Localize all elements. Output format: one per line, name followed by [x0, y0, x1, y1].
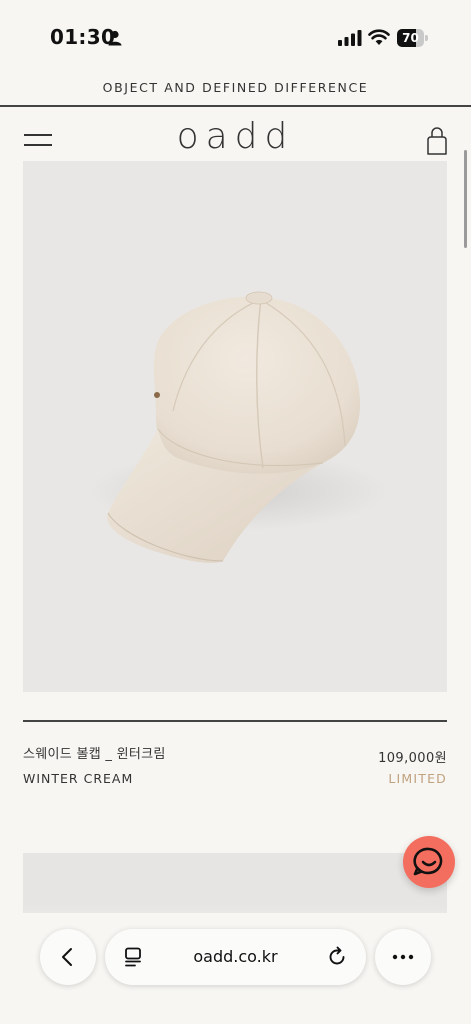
- limited-badge: LIMITED: [388, 771, 447, 786]
- chat-icon: [413, 847, 443, 876]
- address-bar[interactable]: oadd.co.kr: [105, 929, 366, 985]
- brand-tagline: OBJECT AND DEFINED DIFFERENCE: [102, 80, 369, 95]
- more-icon: [392, 954, 414, 960]
- baseball-cap-photo: [88, 291, 388, 563]
- battery-icon: 70: [397, 29, 428, 47]
- brand-logo[interactable]: oadd: [0, 116, 471, 157]
- product-name[interactable]: 스웨이드 볼캡 _ 윈터크림: [23, 743, 166, 762]
- person-icon: [108, 30, 122, 46]
- product-price: 109,000원: [378, 751, 447, 766]
- divider: [0, 105, 471, 107]
- reload-icon[interactable]: [326, 946, 348, 968]
- product-image[interactable]: [23, 161, 447, 692]
- signal-icon: [338, 30, 362, 46]
- status-bar: 01:30 70: [0, 0, 471, 70]
- product-color-name: WINTER CREAM: [23, 771, 134, 786]
- more-button[interactable]: [375, 929, 431, 985]
- battery-percent: 70: [402, 31, 419, 45]
- status-time: 01:30: [50, 25, 116, 49]
- wifi-icon: [368, 29, 390, 45]
- divider: [23, 720, 447, 722]
- chat-button[interactable]: [403, 836, 455, 888]
- back-button[interactable]: [40, 929, 96, 985]
- chevron-left-icon: [62, 948, 72, 966]
- shopping-bag-icon[interactable]: [425, 126, 449, 156]
- next-product-image[interactable]: [23, 853, 447, 913]
- scrollbar[interactable]: [464, 150, 467, 248]
